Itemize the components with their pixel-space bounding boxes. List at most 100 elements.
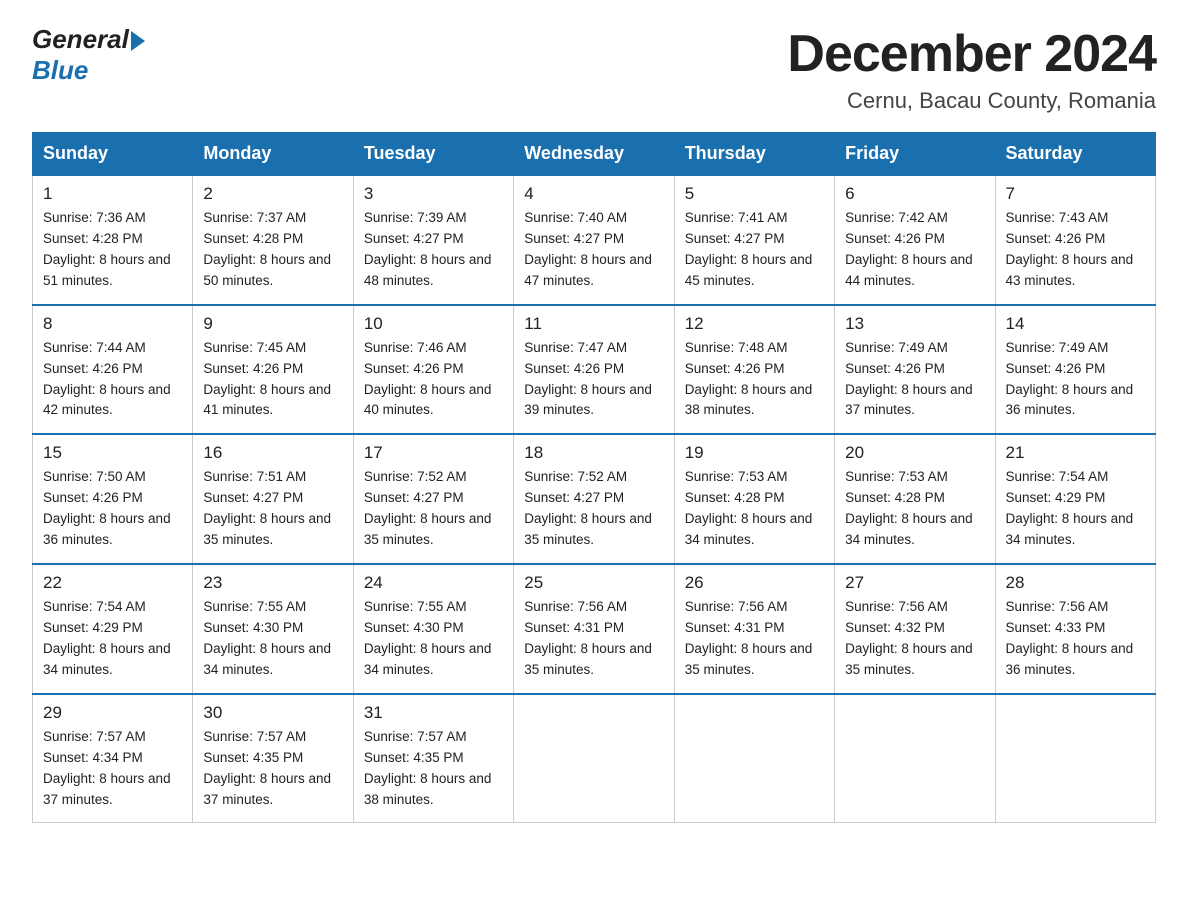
calendar-cell: 28Sunrise: 7:56 AMSunset: 4:33 PMDayligh… <box>995 564 1155 694</box>
calendar-cell: 1 Sunrise: 7:36 AMSunset: 4:28 PMDaylight… <box>33 175 193 305</box>
weekday-header-sunday: Sunday <box>33 133 193 176</box>
day-number: 12 <box>685 314 824 334</box>
calendar-cell: 17 Sunrise: 7:52 AMSunset: 4:27 PMDayligh… <box>353 434 513 564</box>
calendar-cell: 27 Sunrise: 7:56 AMSunset: 4:32 PMDayligh… <box>835 564 995 694</box>
day-info: Sunrise: 7:46 AMSunset: 4:26 PMDaylight:… <box>364 338 503 422</box>
calendar-cell: 4 Sunrise: 7:40 AMSunset: 4:27 PMDaylight… <box>514 175 674 305</box>
day-number: 26 <box>685 573 824 593</box>
page-header: General Blue December 2024 Cernu, Bacau … <box>32 24 1156 114</box>
calendar-cell: 18Sunrise: 7:52 AMSunset: 4:27 PMDayligh… <box>514 434 674 564</box>
day-info: Sunrise: 7:55 AMSunset: 4:30 PMDaylight:… <box>364 597 503 681</box>
day-info: Sunrise: 7:54 AMSunset: 4:29 PMDaylight:… <box>43 597 182 681</box>
day-number: 27 <box>845 573 984 593</box>
day-number: 22 <box>43 573 182 593</box>
calendar-cell <box>835 694 995 823</box>
calendar-week-row: 29Sunrise: 7:57 AMSunset: 4:34 PMDayligh… <box>33 694 1156 823</box>
day-number: 9 <box>203 314 342 334</box>
day-number: 1 <box>43 184 182 204</box>
calendar-cell: 26Sunrise: 7:56 AMSunset: 4:31 PMDayligh… <box>674 564 834 694</box>
day-info: Sunrise: 7:49 AMSunset: 4:26 PMDaylight:… <box>845 338 984 422</box>
weekday-header-saturday: Saturday <box>995 133 1155 176</box>
day-number: 10 <box>364 314 503 334</box>
calendar-week-row: 22 Sunrise: 7:54 AMSunset: 4:29 PMDayligh… <box>33 564 1156 694</box>
day-number: 7 <box>1006 184 1145 204</box>
day-info: Sunrise: 7:40 AMSunset: 4:27 PMDaylight:… <box>524 208 663 292</box>
day-info: Sunrise: 7:57 AMSunset: 4:34 PMDaylight:… <box>43 727 182 811</box>
day-info: Sunrise: 7:43 AMSunset: 4:26 PMDaylight:… <box>1006 208 1145 292</box>
day-info: Sunrise: 7:44 AMSunset: 4:26 PMDaylight:… <box>43 338 182 422</box>
month-title: December 2024 <box>787 24 1156 84</box>
location-title: Cernu, Bacau County, Romania <box>787 88 1156 114</box>
title-area: December 2024 Cernu, Bacau County, Roman… <box>787 24 1156 114</box>
day-number: 20 <box>845 443 984 463</box>
calendar-cell: 9 Sunrise: 7:45 AMSunset: 4:26 PMDaylight… <box>193 305 353 435</box>
day-number: 5 <box>685 184 824 204</box>
day-info: Sunrise: 7:55 AMSunset: 4:30 PMDaylight:… <box>203 597 342 681</box>
calendar-cell: 10 Sunrise: 7:46 AMSunset: 4:26 PMDayligh… <box>353 305 513 435</box>
calendar-table: SundayMondayTuesdayWednesdayThursdayFrid… <box>32 132 1156 823</box>
day-info: Sunrise: 7:45 AMSunset: 4:26 PMDaylight:… <box>203 338 342 422</box>
day-info: Sunrise: 7:52 AMSunset: 4:27 PMDaylight:… <box>364 467 503 551</box>
day-number: 25 <box>524 573 663 593</box>
day-number: 19 <box>685 443 824 463</box>
day-number: 24 <box>364 573 503 593</box>
weekday-header-monday: Monday <box>193 133 353 176</box>
day-number: 17 <box>364 443 503 463</box>
calendar-cell: 19 Sunrise: 7:53 AMSunset: 4:28 PMDayligh… <box>674 434 834 564</box>
day-info: Sunrise: 7:51 AMSunset: 4:27 PMDaylight:… <box>203 467 342 551</box>
calendar-cell: 15 Sunrise: 7:50 AMSunset: 4:26 PMDayligh… <box>33 434 193 564</box>
day-number: 8 <box>43 314 182 334</box>
day-info: Sunrise: 7:42 AMSunset: 4:26 PMDaylight:… <box>845 208 984 292</box>
calendar-cell: 3 Sunrise: 7:39 AMSunset: 4:27 PMDaylight… <box>353 175 513 305</box>
day-info: Sunrise: 7:56 AMSunset: 4:31 PMDaylight:… <box>524 597 663 681</box>
day-number: 23 <box>203 573 342 593</box>
day-number: 11 <box>524 314 663 334</box>
calendar-cell: 22 Sunrise: 7:54 AMSunset: 4:29 PMDayligh… <box>33 564 193 694</box>
calendar-cell: 23 Sunrise: 7:55 AMSunset: 4:30 PMDayligh… <box>193 564 353 694</box>
day-info: Sunrise: 7:50 AMSunset: 4:26 PMDaylight:… <box>43 467 182 551</box>
day-info: Sunrise: 7:36 AMSunset: 4:28 PMDaylight:… <box>43 208 182 292</box>
weekday-header-tuesday: Tuesday <box>353 133 513 176</box>
calendar-cell: 16 Sunrise: 7:51 AMSunset: 4:27 PMDayligh… <box>193 434 353 564</box>
day-number: 15 <box>43 443 182 463</box>
weekday-header-wednesday: Wednesday <box>514 133 674 176</box>
calendar-week-row: 15 Sunrise: 7:50 AMSunset: 4:26 PMDayligh… <box>33 434 1156 564</box>
calendar-week-row: 8 Sunrise: 7:44 AMSunset: 4:26 PMDaylight… <box>33 305 1156 435</box>
day-info: Sunrise: 7:49 AMSunset: 4:26 PMDaylight:… <box>1006 338 1145 422</box>
weekday-header-thursday: Thursday <box>674 133 834 176</box>
calendar-cell: 14Sunrise: 7:49 AMSunset: 4:26 PMDayligh… <box>995 305 1155 435</box>
day-number: 31 <box>364 703 503 723</box>
day-info: Sunrise: 7:54 AMSunset: 4:29 PMDaylight:… <box>1006 467 1145 551</box>
day-info: Sunrise: 7:39 AMSunset: 4:27 PMDaylight:… <box>364 208 503 292</box>
logo: General Blue <box>32 24 145 86</box>
day-info: Sunrise: 7:57 AMSunset: 4:35 PMDaylight:… <box>364 727 503 811</box>
calendar-cell: 21 Sunrise: 7:54 AMSunset: 4:29 PMDayligh… <box>995 434 1155 564</box>
calendar-cell: 24 Sunrise: 7:55 AMSunset: 4:30 PMDayligh… <box>353 564 513 694</box>
calendar-cell: 5 Sunrise: 7:41 AMSunset: 4:27 PMDaylight… <box>674 175 834 305</box>
day-number: 28 <box>1006 573 1145 593</box>
day-info: Sunrise: 7:56 AMSunset: 4:32 PMDaylight:… <box>845 597 984 681</box>
day-info: Sunrise: 7:57 AMSunset: 4:35 PMDaylight:… <box>203 727 342 811</box>
weekday-header-friday: Friday <box>835 133 995 176</box>
day-info: Sunrise: 7:53 AMSunset: 4:28 PMDaylight:… <box>685 467 824 551</box>
day-number: 21 <box>1006 443 1145 463</box>
day-number: 2 <box>203 184 342 204</box>
calendar-cell: 13 Sunrise: 7:49 AMSunset: 4:26 PMDayligh… <box>835 305 995 435</box>
calendar-cell <box>514 694 674 823</box>
day-number: 6 <box>845 184 984 204</box>
day-number: 18 <box>524 443 663 463</box>
calendar-cell: 8 Sunrise: 7:44 AMSunset: 4:26 PMDaylight… <box>33 305 193 435</box>
day-info: Sunrise: 7:37 AMSunset: 4:28 PMDaylight:… <box>203 208 342 292</box>
day-number: 3 <box>364 184 503 204</box>
day-number: 16 <box>203 443 342 463</box>
calendar-cell <box>995 694 1155 823</box>
calendar-cell: 12Sunrise: 7:48 AMSunset: 4:26 PMDayligh… <box>674 305 834 435</box>
logo-general-text: General <box>32 24 129 55</box>
day-number: 13 <box>845 314 984 334</box>
day-number: 4 <box>524 184 663 204</box>
day-number: 30 <box>203 703 342 723</box>
logo-blue-text: Blue <box>32 55 88 86</box>
calendar-cell: 31 Sunrise: 7:57 AMSunset: 4:35 PMDayligh… <box>353 694 513 823</box>
calendar-cell: 7 Sunrise: 7:43 AMSunset: 4:26 PMDaylight… <box>995 175 1155 305</box>
day-info: Sunrise: 7:41 AMSunset: 4:27 PMDaylight:… <box>685 208 824 292</box>
